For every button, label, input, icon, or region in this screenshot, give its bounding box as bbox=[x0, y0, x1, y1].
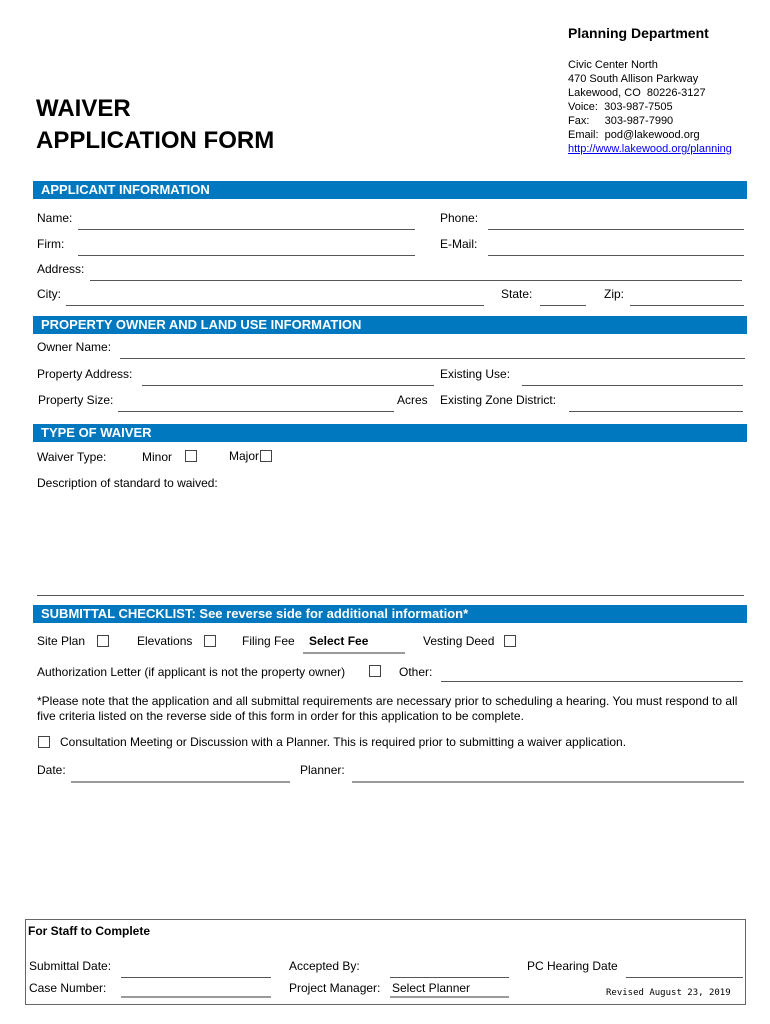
existing-use-field[interactable] bbox=[522, 385, 743, 386]
elevations-label: Elevations bbox=[137, 634, 193, 648]
fax-line: Fax: 303-987-7990 bbox=[568, 115, 674, 127]
name-label: Name: bbox=[37, 211, 73, 225]
pc-hearing-label: PC Hearing Date bbox=[527, 959, 618, 973]
planner-label: Planner: bbox=[300, 763, 345, 777]
address-field[interactable] bbox=[90, 280, 742, 281]
phone-label: Phone: bbox=[440, 211, 479, 225]
address-line: Civic Center North bbox=[568, 59, 658, 71]
submittal-date-label: Submittal Date: bbox=[29, 959, 112, 973]
filing-fee-underline bbox=[303, 652, 405, 654]
page-title: WAIVER APPLICATION FORM bbox=[36, 93, 274, 157]
title-line-2: APPLICATION FORM bbox=[36, 127, 275, 154]
department-name: Planning Department bbox=[568, 25, 709, 41]
accepted-by-label: Accepted By: bbox=[289, 959, 360, 973]
minor-checkbox[interactable] bbox=[185, 450, 197, 462]
project-manager-underline bbox=[390, 996, 509, 998]
elevations-checkbox[interactable] bbox=[204, 635, 216, 647]
address-label: Address: bbox=[37, 262, 85, 276]
vesting-deed-label: Vesting Deed bbox=[423, 634, 495, 648]
firm-field[interactable] bbox=[78, 255, 415, 256]
owner-name-label: Owner Name: bbox=[37, 340, 112, 354]
description-label: Description of standard to waived: bbox=[37, 476, 218, 490]
date-field[interactable] bbox=[71, 781, 290, 783]
section-header-checklist: SUBMITTAL CHECKLIST: See reverse side fo… bbox=[33, 605, 747, 623]
title-line-1: WAIVER bbox=[36, 95, 131, 122]
zip-label: Zip: bbox=[604, 287, 625, 301]
other-label: Other: bbox=[399, 665, 433, 679]
other-field[interactable] bbox=[441, 681, 743, 682]
city-label: City: bbox=[37, 287, 61, 301]
zip-field[interactable] bbox=[630, 305, 744, 306]
firm-label: Firm: bbox=[37, 237, 65, 251]
email-field[interactable] bbox=[488, 255, 744, 256]
major-checkbox[interactable] bbox=[260, 450, 272, 462]
major-label: Major bbox=[229, 449, 260, 463]
consultation-checkbox[interactable] bbox=[38, 736, 50, 748]
consultation-label: Consultation Meeting or Discussion with … bbox=[60, 735, 627, 749]
acres-label: Acres bbox=[397, 393, 428, 407]
project-manager-select[interactable]: Select Planner bbox=[392, 981, 470, 995]
existing-use-label: Existing Use: bbox=[440, 367, 511, 381]
waiver-type-label: Waiver Type: bbox=[37, 450, 107, 464]
address-line: Lakewood, CO 80226-3127 bbox=[568, 87, 706, 99]
department-address: Civic Center North 470 South Allison Par… bbox=[568, 58, 732, 156]
staff-title: For Staff to Complete bbox=[28, 924, 150, 938]
submittal-note: *Please note that the application and al… bbox=[37, 694, 738, 723]
property-size-field[interactable] bbox=[118, 411, 394, 412]
section-header-property: PROPERTY OWNER AND LAND USE INFORMATION bbox=[33, 316, 747, 334]
site-plan-label: Site Plan bbox=[37, 634, 86, 648]
authorization-label: Authorization Letter (if applicant is no… bbox=[37, 665, 346, 679]
minor-label: Minor bbox=[142, 450, 173, 464]
date-label: Date: bbox=[37, 763, 66, 777]
address-line: 470 South Allison Parkway bbox=[568, 73, 699, 85]
email-label: E-Mail: bbox=[440, 237, 478, 251]
section-header-waiver: TYPE OF WAIVER bbox=[33, 424, 747, 442]
zone-district-label: Existing Zone District: bbox=[440, 393, 557, 407]
property-address-label: Property Address: bbox=[37, 367, 133, 381]
case-number-label: Case Number: bbox=[29, 981, 107, 995]
vesting-deed-checkbox[interactable] bbox=[504, 635, 516, 647]
owner-name-field[interactable] bbox=[120, 358, 745, 359]
planner-field[interactable] bbox=[352, 781, 744, 783]
section-header-applicant: APPLICANT INFORMATION bbox=[33, 181, 747, 199]
voice-line: Voice: 303-987-7505 bbox=[568, 101, 673, 113]
project-manager-label: Project Manager: bbox=[289, 981, 381, 995]
name-field[interactable] bbox=[78, 229, 415, 230]
filing-fee-select[interactable]: Select Fee bbox=[309, 634, 368, 648]
submittal-date-field[interactable] bbox=[121, 977, 271, 978]
state-field[interactable] bbox=[540, 305, 586, 306]
site-plan-checkbox[interactable] bbox=[97, 635, 109, 647]
phone-field[interactable] bbox=[488, 229, 744, 230]
accepted-by-field[interactable] bbox=[390, 977, 509, 978]
city-field[interactable] bbox=[66, 305, 484, 306]
zone-district-field[interactable] bbox=[569, 411, 743, 412]
website-link[interactable]: http://www.lakewood.org/planning bbox=[568, 143, 732, 155]
state-label: State: bbox=[501, 287, 533, 301]
email-line: Email: pod@lakewood.org bbox=[568, 129, 700, 141]
authorization-checkbox[interactable] bbox=[369, 665, 381, 677]
property-size-label: Property Size: bbox=[38, 393, 114, 407]
property-address-field[interactable] bbox=[142, 385, 434, 386]
filing-fee-label: Filing Fee bbox=[242, 634, 295, 648]
pc-hearing-field[interactable] bbox=[626, 977, 743, 978]
revised-date: Revised August 23, 2019 bbox=[606, 988, 731, 998]
case-number-field[interactable] bbox=[121, 996, 271, 998]
description-field[interactable] bbox=[37, 495, 744, 596]
